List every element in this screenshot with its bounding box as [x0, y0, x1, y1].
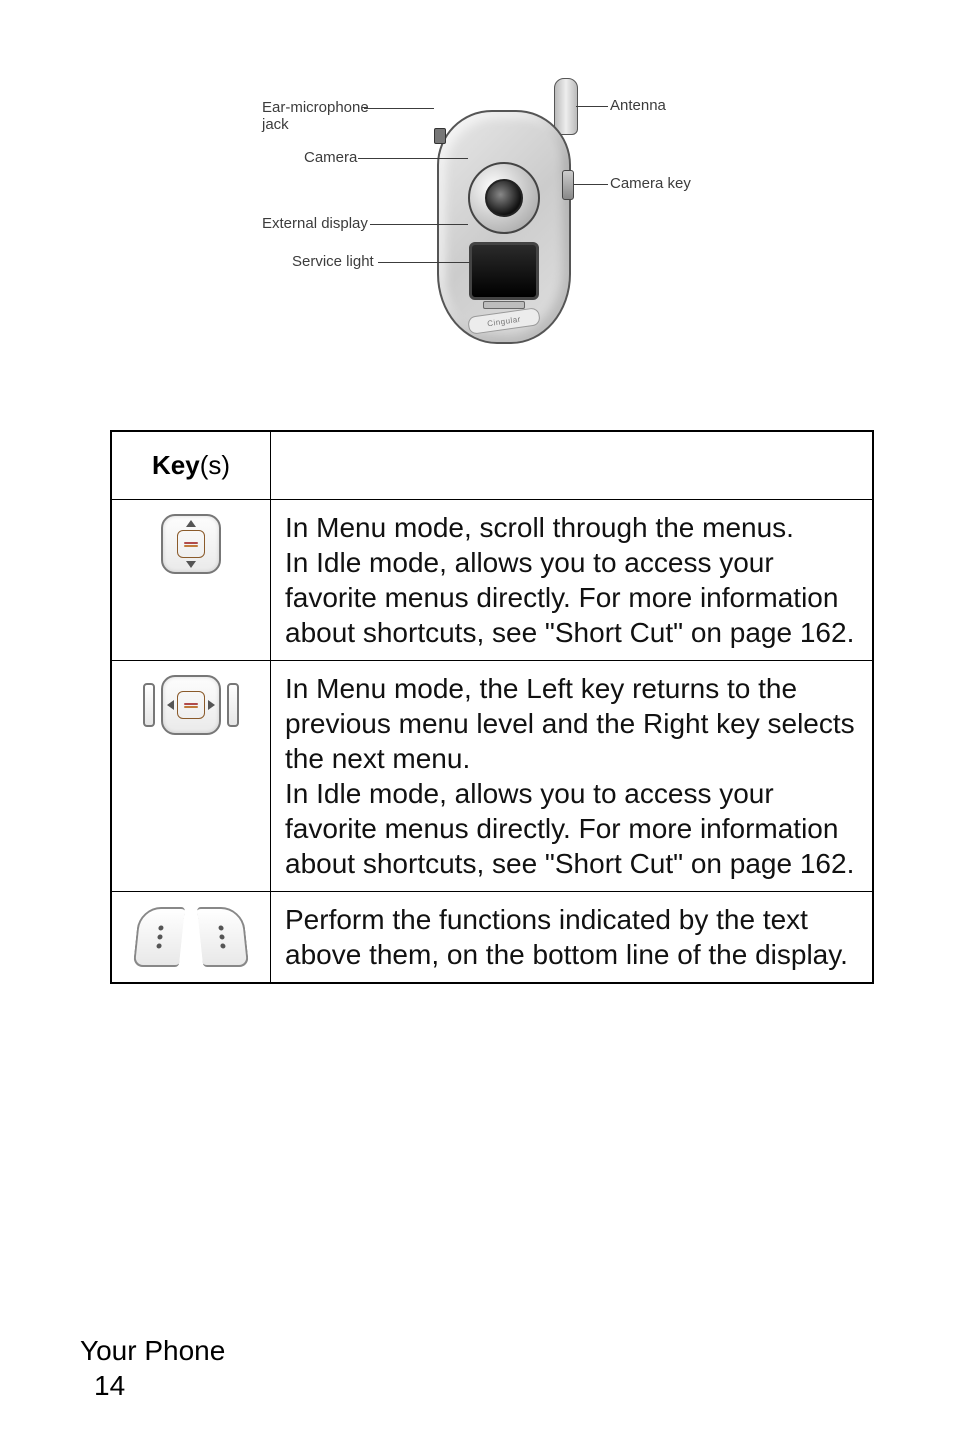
camera-key-shape — [562, 170, 574, 200]
label-ear-mic-jack: Ear-microphone jack — [262, 100, 369, 133]
header-key-label: Key — [152, 450, 200, 480]
header-key: Key(s) — [111, 431, 271, 500]
label-service-light: Service light — [292, 254, 374, 271]
table-row: In Menu mode, scroll through the menus. … — [111, 500, 873, 661]
antenna-shape — [554, 78, 578, 135]
label-external-display: External display — [262, 216, 368, 233]
table-row: In Menu mode, the Left key returns to th… — [111, 661, 873, 892]
table-row: Perform the functions indicated by the t… — [111, 892, 873, 984]
key-desc: In Menu mode, the Left key returns to th… — [271, 661, 874, 892]
label-camera-key: Camera key — [610, 176, 691, 193]
brand-badge: Cingular — [467, 307, 541, 335]
key-desc: Perform the functions indicated by the t… — [271, 892, 874, 984]
key-icon-cell — [111, 661, 271, 892]
label-antenna: Antenna — [610, 98, 666, 115]
soft-keys-icon — [136, 907, 246, 967]
nav-key-updown-icon — [161, 514, 221, 574]
external-display-shape — [469, 242, 539, 300]
table-header-row: Key(s) — [111, 431, 873, 500]
camera-lens-ring — [468, 162, 540, 234]
footer-section: Your Phone — [80, 1335, 225, 1366]
header-desc — [271, 431, 874, 500]
ear-jack-shape — [434, 128, 446, 144]
nav-key-leftright-icon — [143, 675, 239, 735]
camera-lens — [485, 179, 523, 217]
key-functions-table: Key(s) In Menu mode, scroll through the … — [110, 430, 874, 984]
key-icon-cell — [111, 500, 271, 661]
header-key-suffix: (s) — [200, 450, 230, 480]
page-footer: Your Phone 14 — [80, 1333, 225, 1403]
phone-body: Cingular — [437, 110, 571, 344]
phone-diagram: Cingular Ear-microphone jack Camera Exte… — [110, 50, 874, 360]
key-desc: In Menu mode, scroll through the menus. … — [271, 500, 874, 661]
document-page: Cingular Ear-microphone jack Camera Exte… — [0, 0, 954, 1433]
key-icon-cell — [111, 892, 271, 984]
footer-page-number: 14 — [94, 1368, 225, 1403]
label-camera: Camera — [304, 150, 357, 167]
